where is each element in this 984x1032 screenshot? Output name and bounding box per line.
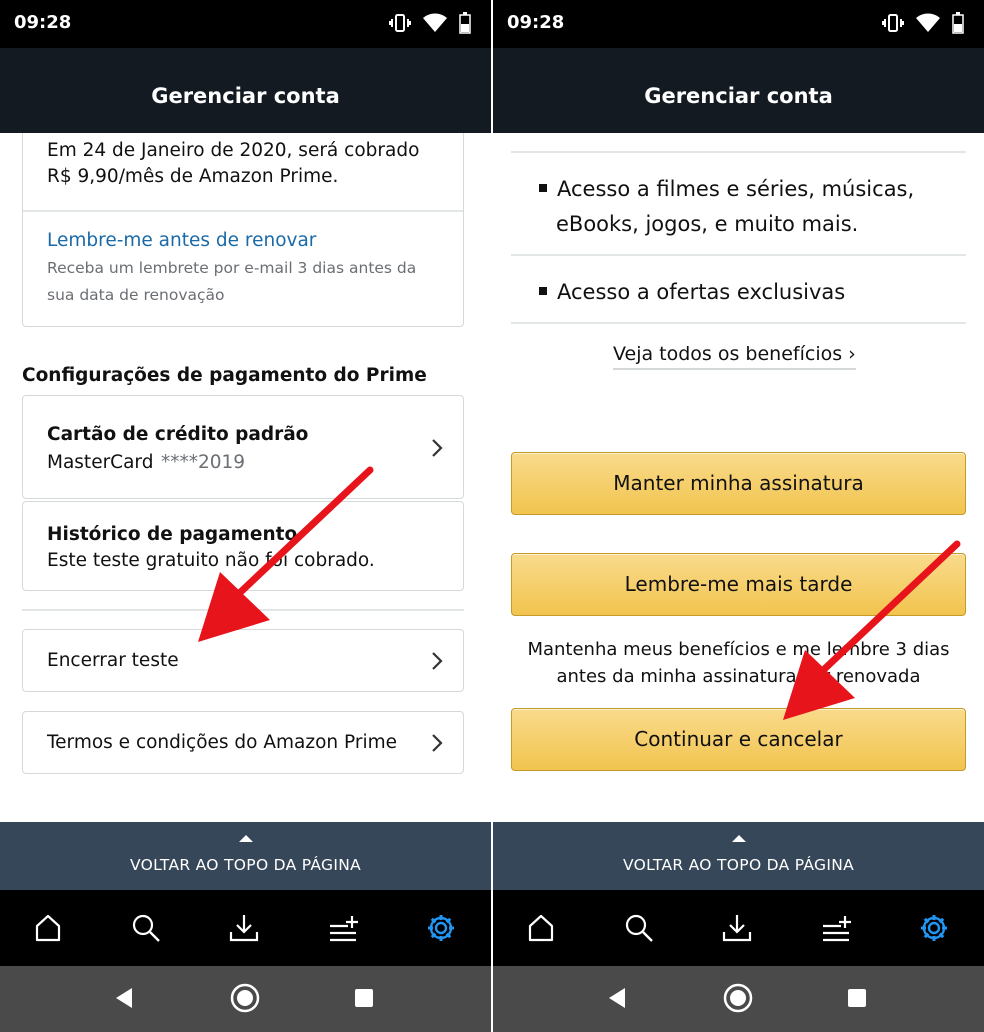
system-nav-bar bbox=[493, 966, 984, 1032]
payment-history-title: Histórico de pagamento bbox=[47, 524, 298, 545]
divider bbox=[511, 322, 966, 324]
app-header: Gerenciar conta bbox=[0, 48, 491, 133]
benefit-item-cont: eBooks, jogos, e muito mais. bbox=[556, 212, 859, 236]
wifi-icon bbox=[423, 13, 447, 33]
recents-icon[interactable] bbox=[352, 982, 376, 1018]
vibrate-icon bbox=[882, 13, 904, 33]
system-nav-bar bbox=[0, 966, 491, 1032]
status-bar: 09:28 bbox=[0, 0, 491, 48]
back-icon[interactable] bbox=[605, 982, 629, 1018]
back-to-top-button[interactable]: VOLTAR AO TOPO DA PÁGINA bbox=[0, 822, 491, 890]
card-brand: MasterCard bbox=[47, 452, 154, 473]
benefit-item: Acesso a ofertas exclusivas bbox=[539, 280, 845, 304]
keep-subscription-button[interactable]: Manter minha assinatura bbox=[511, 452, 966, 515]
reminder-desc-line1: Receba um lembrete por e-mail 3 dias ant… bbox=[47, 259, 417, 277]
terms-item[interactable]: Termos e condições do Amazon Prime bbox=[22, 711, 464, 774]
bottom-nav bbox=[493, 890, 984, 966]
gear-icon[interactable] bbox=[918, 912, 952, 946]
reminder-desc-line2: sua data de renovação bbox=[47, 286, 225, 304]
left-screenshot: 09:28 Gerenciar conta Em 24 de Janeiro d… bbox=[0, 0, 491, 1032]
vibrate-icon bbox=[389, 13, 411, 33]
credit-card-title: Cartão de crédito padrão bbox=[47, 424, 309, 445]
remind-later-button[interactable]: Lembre-me mais tarde bbox=[511, 553, 966, 616]
chevron-right-icon bbox=[431, 733, 443, 757]
membership-card: Em 24 de Janeiro de 2020, será cobrado R… bbox=[22, 133, 464, 327]
home-icon[interactable] bbox=[525, 912, 559, 946]
search-icon[interactable] bbox=[623, 912, 657, 946]
app-header: Gerenciar conta bbox=[493, 48, 984, 133]
back-to-top-button[interactable]: VOLTAR AO TOPO DA PÁGINA bbox=[493, 822, 984, 890]
list-add-icon[interactable] bbox=[327, 912, 361, 946]
wifi-icon bbox=[916, 13, 940, 33]
bottom-nav bbox=[0, 890, 491, 966]
home-circle-icon[interactable] bbox=[722, 982, 754, 1018]
caret-up-icon bbox=[732, 835, 746, 842]
end-trial-label: Encerrar teste bbox=[47, 650, 179, 671]
page-title: Gerenciar conta bbox=[644, 84, 833, 108]
list-add-icon[interactable] bbox=[820, 912, 854, 946]
status-time: 09:28 bbox=[14, 12, 72, 33]
page-title: Gerenciar conta bbox=[151, 84, 340, 108]
payment-history-desc: Este teste gratuito não foi cobrado. bbox=[47, 550, 375, 571]
status-time: 09:28 bbox=[507, 12, 565, 33]
caret-up-icon bbox=[239, 835, 253, 842]
terms-label: Termos e condições do Amazon Prime bbox=[47, 732, 398, 753]
divider bbox=[511, 151, 966, 153]
gear-icon[interactable] bbox=[425, 912, 459, 946]
cancel-content: Acesso a filmes e séries, músicas, eBook… bbox=[493, 133, 984, 822]
credit-card-item[interactable]: Cartão de crédito padrão MasterCard ****… bbox=[22, 395, 464, 499]
continue-cancel-button[interactable]: Continuar e cancelar bbox=[511, 708, 966, 771]
home-icon[interactable] bbox=[32, 912, 66, 946]
end-trial-item[interactable]: Encerrar teste bbox=[22, 629, 464, 692]
download-icon[interactable] bbox=[721, 912, 755, 946]
payment-section-title: Configurações de pagamento do Prime bbox=[22, 365, 427, 386]
search-icon[interactable] bbox=[130, 912, 164, 946]
see-all-benefits-link[interactable]: Veja todos os benefícios › bbox=[613, 343, 856, 370]
back-to-top-label: VOLTAR AO TOPO DA PÁGINA bbox=[129, 856, 362, 874]
chevron-right-icon bbox=[431, 438, 443, 462]
back-to-top-label: VOLTAR AO TOPO DA PÁGINA bbox=[622, 856, 855, 874]
divider bbox=[23, 210, 463, 212]
home-circle-icon[interactable] bbox=[229, 982, 261, 1018]
payment-history-item[interactable]: Histórico de pagamento Este teste gratui… bbox=[22, 501, 464, 591]
remind-note-line1: Mantenha meus benefícios e me lembre 3 d… bbox=[527, 639, 950, 660]
download-icon[interactable] bbox=[228, 912, 262, 946]
remind-before-renew-link[interactable]: Lembre-me antes de renovar bbox=[47, 230, 316, 251]
chevron-right-icon bbox=[431, 651, 443, 675]
divider bbox=[22, 609, 464, 611]
back-icon[interactable] bbox=[112, 982, 136, 1018]
status-bar: 09:28 bbox=[493, 0, 984, 48]
benefit-item: Acesso a filmes e séries, músicas, bbox=[539, 177, 914, 201]
remind-note-line2: antes da minha assinatura ser renovada bbox=[556, 666, 921, 687]
renewal-info-line1: Em 24 de Janeiro de 2020, será cobrado bbox=[47, 140, 420, 161]
card-number: ****2019 bbox=[161, 452, 246, 473]
battery-icon bbox=[459, 12, 471, 34]
account-content: Em 24 de Janeiro de 2020, será cobrado R… bbox=[0, 133, 491, 822]
right-screenshot: 09:28 Gerenciar conta Acesso a filmes e … bbox=[493, 0, 984, 1032]
battery-icon bbox=[952, 12, 964, 34]
recents-icon[interactable] bbox=[845, 982, 869, 1018]
renewal-info-line2: R$ 9,90/mês de Amazon Prime. bbox=[47, 166, 339, 187]
divider bbox=[511, 254, 966, 256]
